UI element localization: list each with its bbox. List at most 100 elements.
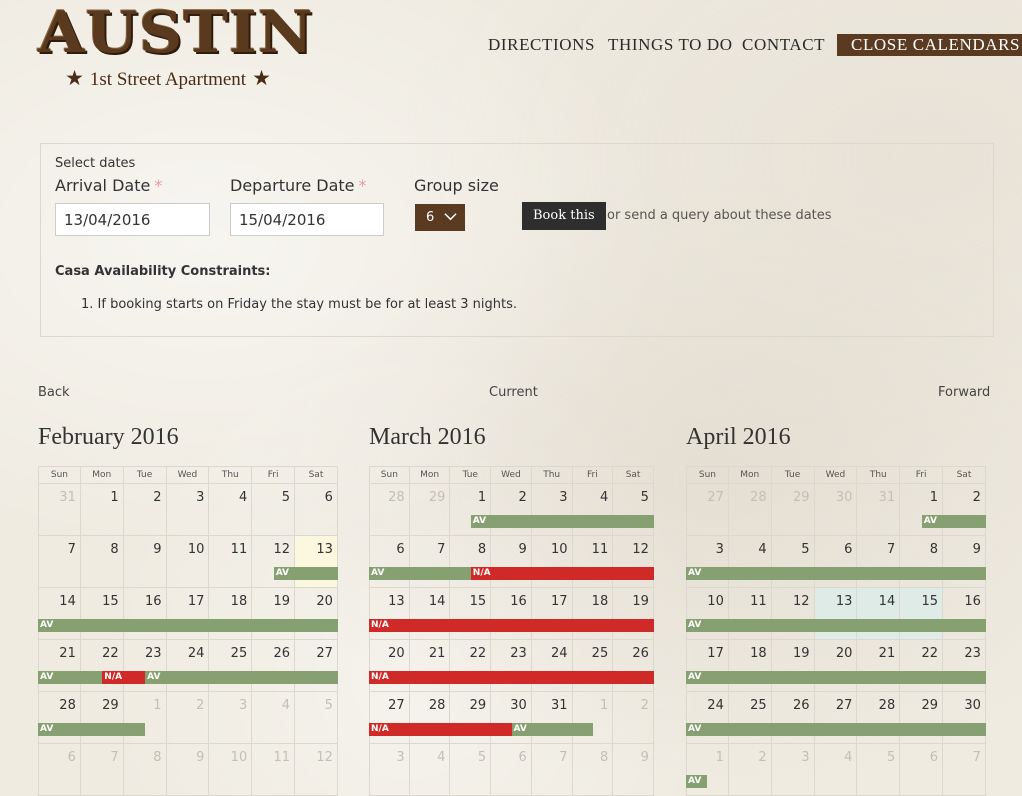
site-logo[interactable]: AUSTIN ★ 1st Street Apartment ★ [38, 0, 313, 92]
calendar-day-cell[interactable]: 12 [295, 744, 338, 796]
calendar-day-cell[interactable]: 28 [38, 692, 81, 744]
calendar-day-cell[interactable]: 3 [531, 484, 573, 536]
calendar-day-cell[interactable]: 21 [409, 640, 451, 692]
calendar-day-cell[interactable]: 7 [38, 536, 81, 588]
calendar-day-cell[interactable]: 1 [123, 692, 167, 744]
calendar-day-cell[interactable]: 18 [209, 588, 253, 640]
calendar-day-cell[interactable]: 2 [613, 692, 654, 744]
calendar-day-cell[interactable]: 3 [771, 744, 815, 796]
calendar-day-cell[interactable]: 11 [209, 536, 253, 588]
calendar-day-cell[interactable]: 16 [123, 588, 167, 640]
calendar-day-cell[interactable]: 29 [450, 692, 492, 744]
calendar-day-cell[interactable]: 31 [38, 484, 81, 536]
calendar-day-cell[interactable]: 12 [252, 536, 296, 588]
arrival-date-input[interactable] [55, 203, 210, 236]
calendar-day-cell[interactable]: 31 [531, 692, 573, 744]
calendar-day-cell[interactable]: 8 [123, 744, 167, 796]
calendar-day-cell[interactable]: 30 [814, 484, 858, 536]
calendar-day-cell[interactable]: 4 [728, 536, 772, 588]
calendar-day-cell[interactable]: 19 [252, 588, 296, 640]
calendar-forward-link[interactable]: Forward [938, 385, 990, 400]
send-query-link[interactable]: or send a query about these dates [607, 208, 832, 223]
calendar-day-cell[interactable]: 17 [531, 588, 573, 640]
departure-date-input[interactable] [230, 203, 384, 236]
calendar-day-cell[interactable]: 10 [531, 536, 573, 588]
calendar-day-cell[interactable]: 2 [123, 484, 167, 536]
calendar-day-cell[interactable]: 3 [369, 744, 410, 796]
calendar-day-cell[interactable]: 29 [80, 692, 124, 744]
calendar-day-cell[interactable]: 5 [252, 484, 296, 536]
calendar-day-cell[interactable]: 8 [450, 536, 492, 588]
calendar-day-cell[interactable]: 6 [295, 484, 338, 536]
calendar-day-cell[interactable]: 10 [166, 536, 210, 588]
calendar-day-cell[interactable]: 28 [728, 484, 772, 536]
calendar-day-cell[interactable]: 27 [295, 640, 338, 692]
calendar-day-cell[interactable]: 2 [943, 484, 986, 536]
calendar-day-cell[interactable]: 27 [369, 692, 410, 744]
calendar-day-cell[interactable]: 23 [491, 640, 532, 692]
calendar-day-cell[interactable]: 3 [686, 536, 729, 588]
calendar-day-cell[interactable]: 31 [857, 484, 901, 536]
calendar-day-cell[interactable]: 11 [572, 536, 614, 588]
calendar-day-cell[interactable]: 21 [38, 640, 81, 692]
calendar-day-cell[interactable]: 20 [814, 640, 858, 692]
calendar-day-cell[interactable]: 29 [409, 484, 451, 536]
calendar-day-cell[interactable]: 9 [491, 536, 532, 588]
calendar-day-cell[interactable]: 17 [686, 640, 729, 692]
calendar-day-cell[interactable]: 13 [295, 536, 338, 588]
calendar-day-cell[interactable]: 25 [209, 640, 253, 692]
calendar-day-cell[interactable]: 24 [166, 640, 210, 692]
calendar-day-cell[interactable]: 16 [943, 588, 986, 640]
calendar-day-cell[interactable]: 10 [686, 588, 729, 640]
calendar-back-link[interactable]: Back [38, 385, 70, 400]
calendar-day-cell[interactable]: 24 [686, 692, 729, 744]
calendar-day-cell[interactable]: 23 [943, 640, 986, 692]
calendar-day-cell[interactable]: 5 [771, 536, 815, 588]
calendar-day-cell[interactable]: 4 [814, 744, 858, 796]
calendar-day-cell[interactable]: 13 [814, 588, 858, 640]
calendar-day-cell[interactable]: 18 [572, 588, 614, 640]
calendar-day-cell[interactable]: 8 [900, 536, 944, 588]
calendar-day-cell[interactable]: 15 [80, 588, 124, 640]
calendar-day-cell[interactable]: 22 [450, 640, 492, 692]
calendar-day-cell[interactable]: 6 [38, 744, 81, 796]
calendar-day-cell[interactable]: 6 [369, 536, 410, 588]
calendar-day-cell[interactable]: 2 [728, 744, 772, 796]
calendar-day-cell[interactable]: 14 [409, 588, 451, 640]
calendar-day-cell[interactable]: 30 [943, 692, 986, 744]
calendar-day-cell[interactable]: 19 [771, 640, 815, 692]
calendar-day-cell[interactable]: 29 [900, 692, 944, 744]
calendar-day-cell[interactable]: 18 [728, 640, 772, 692]
calendar-day-cell[interactable]: 28 [857, 692, 901, 744]
calendar-day-cell[interactable]: 5 [450, 744, 492, 796]
calendar-day-cell[interactable]: 6 [491, 744, 532, 796]
calendar-day-cell[interactable]: 19 [613, 588, 654, 640]
calendar-day-cell[interactable]: 11 [728, 588, 772, 640]
calendar-day-cell[interactable]: 7 [409, 536, 451, 588]
calendar-day-cell[interactable]: 20 [295, 588, 338, 640]
calendar-day-cell[interactable]: 1 [572, 692, 614, 744]
calendar-day-cell[interactable]: 27 [686, 484, 729, 536]
calendar-day-cell[interactable]: 29 [771, 484, 815, 536]
calendar-day-cell[interactable]: 11 [252, 744, 296, 796]
calendar-day-cell[interactable]: 24 [531, 640, 573, 692]
book-this-button[interactable]: Book this [522, 202, 606, 230]
group-size-select[interactable]: 6 [415, 204, 465, 231]
calendar-day-cell[interactable]: 15 [900, 588, 944, 640]
calendar-day-cell[interactable]: 28 [369, 484, 410, 536]
calendar-day-cell[interactable]: 7 [943, 744, 986, 796]
calendar-day-cell[interactable]: 4 [252, 692, 296, 744]
calendar-day-cell[interactable]: 30 [491, 692, 532, 744]
calendar-day-cell[interactable]: 9 [166, 744, 210, 796]
calendar-day-cell[interactable]: 22 [80, 640, 124, 692]
calendar-day-cell[interactable]: 23 [123, 640, 167, 692]
calendar-day-cell[interactable]: 15 [450, 588, 492, 640]
calendar-day-cell[interactable]: 5 [295, 692, 338, 744]
calendar-day-cell[interactable]: 9 [613, 744, 654, 796]
nav-contact[interactable]: CONTACT [742, 34, 825, 56]
calendar-day-cell[interactable]: 28 [409, 692, 451, 744]
calendar-day-cell[interactable]: 12 [771, 588, 815, 640]
calendar-day-cell[interactable]: 1 [450, 484, 492, 536]
calendar-day-cell[interactable]: 9 [123, 536, 167, 588]
calendar-day-cell[interactable]: 10 [209, 744, 253, 796]
